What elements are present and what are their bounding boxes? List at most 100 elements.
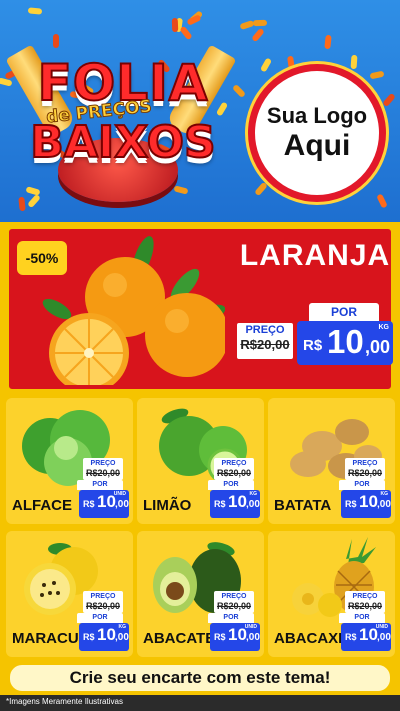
- confetti-piece: [376, 193, 388, 209]
- price-unit: KG: [249, 491, 258, 497]
- confetti-piece: [171, 17, 179, 33]
- featured-price-int: 10: [327, 323, 364, 360]
- price-dec: ,00: [246, 499, 260, 510]
- price-dec: ,00: [115, 632, 129, 643]
- product-name: BATATA: [274, 497, 332, 514]
- footer-bar: *Imagens Meramente Ilustrativas: [0, 695, 400, 711]
- featured-product-card[interactable]: -50% LARANJA PREÇO R$20,00 POR R$ 10 ,00…: [6, 226, 394, 392]
- price-unit: UNID: [113, 491, 126, 497]
- featured-currency: R$: [303, 337, 323, 354]
- product-card-abacaxi[interactable]: ABACAXI PREÇO R$20,00 POR R$ 10,00 UNID: [268, 531, 395, 657]
- new-price: R$ 10,00 KG: [341, 490, 391, 518]
- featured-unit: KG: [378, 324, 390, 331]
- cta-banner[interactable]: Crie seu encarte com este tema!: [8, 663, 392, 693]
- featured-new-price: R$ 10 ,00 KG: [297, 321, 393, 365]
- product-name: LIMÃO: [143, 497, 192, 514]
- product-card-batata[interactable]: BATATA PREÇO R$20,00 POR R$ 10,00 KG: [268, 398, 395, 524]
- title-baixos: BAIXOS: [29, 117, 216, 168]
- old-price-tag: PREÇO R$20,00: [345, 458, 385, 480]
- currency: R$: [83, 499, 95, 509]
- old-price-label: PREÇO: [352, 593, 378, 600]
- product-name: ABACAXI: [274, 630, 343, 647]
- old-price-tag: PREÇO R$20,00: [83, 591, 123, 613]
- store-logo-placeholder[interactable]: Sua Logo Aqui: [248, 64, 386, 202]
- new-price: R$ 10,00 UNID: [210, 623, 260, 651]
- old-price: R$20,00: [347, 601, 383, 611]
- price-unit: KG: [118, 624, 127, 630]
- currency: R$: [214, 499, 226, 509]
- header-banner: FOLIA de PREÇOS BAIXOS Sua Logo Aqui: [0, 0, 400, 222]
- por-label: POR: [77, 613, 123, 623]
- confetti-piece: [231, 83, 247, 99]
- featured-old-price-tag: PREÇO R$20,00: [237, 323, 293, 359]
- new-price: R$ 10,00 UNID: [341, 623, 391, 651]
- por-label: POR: [339, 613, 385, 623]
- disclaimer-text: *Imagens Meramente Ilustrativas: [6, 697, 123, 706]
- featured-old-label: PREÇO: [245, 324, 285, 336]
- confetti-piece: [369, 70, 385, 80]
- old-price: R$20,00: [85, 468, 121, 478]
- featured-price-dec: ,00: [365, 337, 391, 357]
- price-int: 10: [97, 625, 116, 644]
- logo-line1: Sua Logo: [266, 103, 368, 128]
- old-price: R$20,00: [347, 468, 383, 478]
- old-price-label: PREÇO: [90, 593, 116, 600]
- new-price: R$ 10,00 KG: [79, 623, 129, 651]
- product-card-alface[interactable]: ALFACE PREÇO R$20,00 POR R$ 10,00 UNID: [6, 398, 133, 524]
- price-unit: KG: [380, 491, 389, 497]
- currency: R$: [214, 632, 226, 642]
- old-price: R$20,00: [85, 601, 121, 611]
- currency: R$: [83, 632, 95, 642]
- product-name: ABACATE: [143, 630, 216, 647]
- old-price-tag: PREÇO R$20,00: [345, 591, 385, 613]
- price-int: 10: [359, 492, 378, 511]
- confetti-piece: [324, 34, 332, 50]
- currency: R$: [345, 499, 357, 509]
- por-label: POR: [208, 480, 254, 490]
- old-price-label: PREÇO: [90, 460, 116, 467]
- confetti-piece: [186, 14, 202, 26]
- confetti-piece: [259, 57, 273, 73]
- campaign-title-logo: FOLIA de PREÇOS BAIXOS: [5, 44, 237, 208]
- old-price-tag: PREÇO R$20,00: [214, 458, 254, 480]
- price-dec: ,00: [246, 632, 260, 643]
- featured-product-name: LARANJA: [239, 239, 391, 272]
- old-price-label: PREÇO: [352, 460, 378, 467]
- confetti-piece: [239, 19, 255, 31]
- confetti-piece: [382, 92, 396, 108]
- product-card-limao[interactable]: LIMÃO PREÇO R$20,00 POR R$ 10,00 KG: [137, 398, 264, 524]
- confetti-piece: [252, 19, 268, 27]
- product-name: ALFACE: [12, 497, 72, 514]
- old-price-label: PREÇO: [221, 593, 247, 600]
- product-card-abacate[interactable]: ABACATE PREÇO R$20,00 POR R$ 10,00 UNID: [137, 531, 264, 657]
- price-dec: ,00: [115, 499, 129, 510]
- confetti-piece: [179, 25, 193, 41]
- new-price: R$ 10,00 UNID: [79, 490, 129, 518]
- confetti-piece: [254, 181, 268, 197]
- new-price: R$ 10,00 KG: [210, 490, 260, 518]
- price-unit: UNID: [375, 624, 388, 630]
- por-label: POR: [339, 480, 385, 490]
- confetti-piece: [27, 7, 43, 15]
- currency: R$: [345, 632, 357, 642]
- por-label: POR: [208, 613, 254, 623]
- discount-badge: -50%: [17, 241, 67, 275]
- product-card-maracuja[interactable]: MARACUJÁ PREÇO R$20,00 POR R$ 10,00 KG: [6, 531, 133, 657]
- por-label: POR: [77, 480, 123, 490]
- confetti-piece: [350, 54, 358, 70]
- confetti-piece: [251, 27, 265, 43]
- old-price-tag: PREÇO R$20,00: [83, 458, 123, 480]
- logo-line2: Aqui: [283, 129, 351, 162]
- old-price: R$20,00: [216, 468, 252, 478]
- price-dec: ,00: [377, 499, 391, 510]
- old-price-label: PREÇO: [221, 460, 247, 467]
- price-dec: ,00: [377, 632, 391, 643]
- price-unit: UNID: [244, 624, 257, 630]
- featured-old-price: R$20,00: [240, 337, 290, 352]
- featured-por-label: POR: [309, 303, 379, 321]
- confetti-piece: [53, 34, 59, 48]
- confetti-piece: [0, 77, 13, 87]
- price-int: 10: [228, 492, 247, 511]
- old-price-tag: PREÇO R$20,00: [214, 591, 254, 613]
- old-price: R$20,00: [216, 601, 252, 611]
